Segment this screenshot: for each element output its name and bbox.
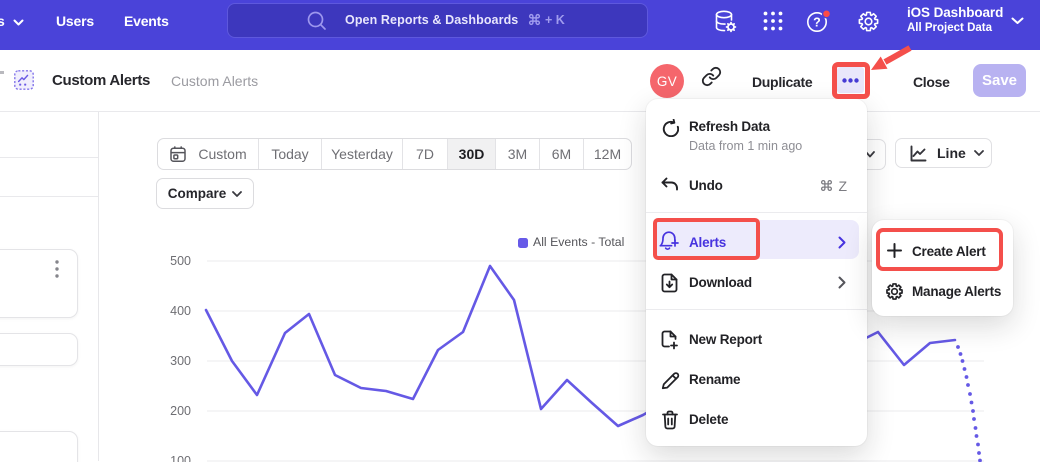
svg-text:300: 300 — [170, 354, 191, 368]
svg-text:?: ? — [813, 16, 821, 30]
svg-text:400: 400 — [170, 304, 191, 318]
svg-text:500: 500 — [170, 254, 191, 268]
svg-text:All Events - Total: All Events - Total — [533, 235, 624, 249]
svg-text:200: 200 — [170, 404, 191, 418]
svg-text:100: 100 — [170, 454, 191, 462]
